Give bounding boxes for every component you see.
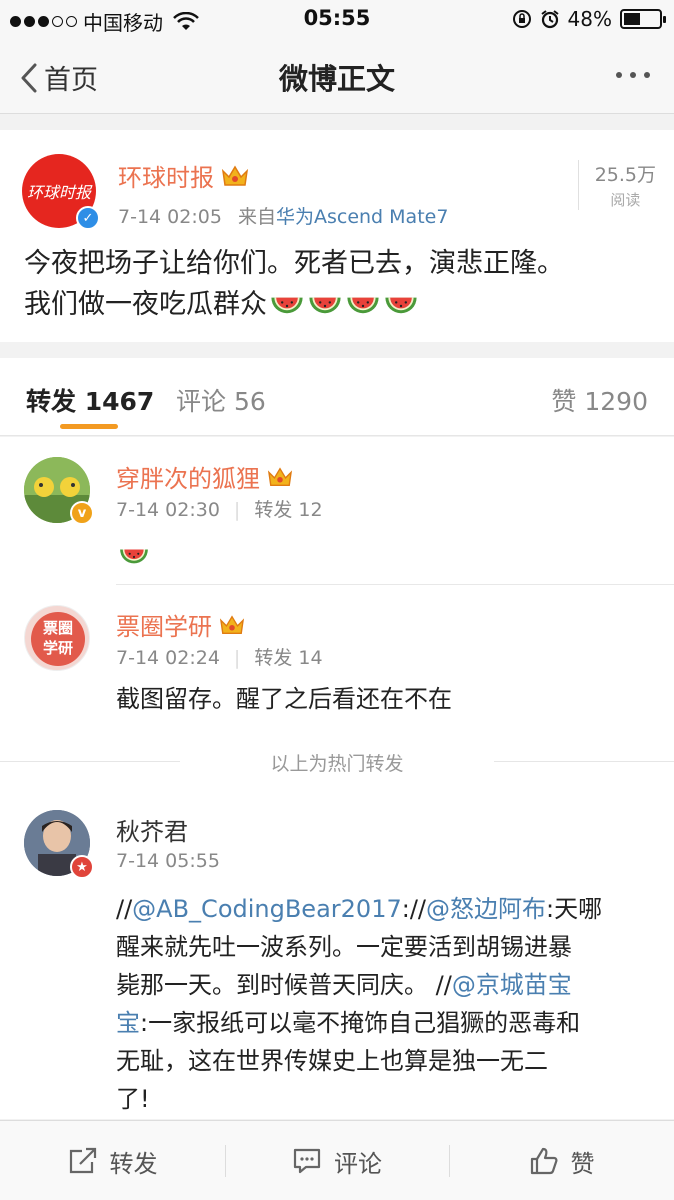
alarm-icon [540, 10, 559, 29]
watermelon-emoji [267, 289, 305, 320]
mention-link[interactable]: @京城苗宝 [452, 971, 572, 999]
battery-icon [620, 9, 666, 29]
item-repost-count: 转发 12 [254, 499, 323, 521]
text-fragment: :天哪 [546, 895, 603, 923]
read-count-label: 阅读 [610, 191, 641, 209]
watermelon-emoji [381, 289, 419, 320]
user-name-text: 穿胖次的狐狸 [116, 465, 260, 493]
text-line: 了! [116, 1085, 150, 1113]
mention-link[interactable]: 宝 [116, 1009, 140, 1037]
item-text [116, 537, 150, 575]
item-repost-count: 转发 14 [254, 647, 323, 669]
item-time: 7-14 02:30 [116, 499, 220, 521]
watermelon-emoji [305, 289, 343, 320]
watermelon-emoji-group [267, 289, 419, 320]
battery-percent: 48% [567, 7, 612, 31]
tab-like[interactable]: 赞 1290 [551, 382, 648, 418]
divider [116, 584, 674, 585]
comment-icon [293, 1148, 321, 1174]
text-fragment: 毙那一天。到时候普天同庆。 // [116, 971, 452, 999]
item-time: 7-14 02:24 [116, 647, 220, 669]
user-badge-icon: ★ [70, 855, 94, 879]
verified-badge-icon: v [70, 501, 94, 525]
like-label: 赞 [570, 1149, 595, 1178]
post-author[interactable]: 环球时报 [118, 158, 250, 193]
more-icon[interactable] [616, 72, 650, 78]
item-meta: 7-14 02:30 | 转发 12 [116, 499, 323, 521]
avatar-logo-text: 票圈学研 [42, 619, 73, 657]
like-button[interactable]: 赞 [449, 1121, 674, 1200]
watermelon-emoji [343, 289, 381, 320]
thumbs-up-icon [530, 1147, 557, 1175]
avatar[interactable]: 票圈学研 [24, 605, 90, 671]
text-line: 无耻，这在世界传媒史上也算是独一无二 [116, 1047, 548, 1075]
text-fragment: :// [401, 895, 426, 923]
active-tab-indicator [60, 424, 118, 429]
read-count-number: 25.5万 [594, 164, 656, 186]
item-time: 7-14 05:55 [116, 850, 220, 872]
item-meta: 7-14 02:24 | 转发 14 [116, 647, 323, 669]
mention-link[interactable]: @怒边阿布 [426, 895, 546, 923]
user-name-text: 票圈学研 [116, 613, 212, 641]
read-count: 25.5万 阅读 [577, 160, 656, 210]
source-prefix: 来自 [237, 206, 276, 228]
status-bar: 中国移动 05:55 48% [0, 0, 674, 38]
hot-reposts-separator: 以上为热门转发 [0, 749, 674, 775]
post-source[interactable]: 华为Ascend Mate7 [276, 206, 448, 228]
post-body-line: 今夜把场子让给你们。死者已去，演悲正隆。 [24, 248, 564, 279]
user-name[interactable]: 票圈学研 [116, 607, 246, 642]
weibo-post: 环球时报 ✓ 环球时报 7-14 02:05 来自华为Ascend Mate7 … [0, 130, 674, 342]
comment-button[interactable]: 评论 [225, 1121, 449, 1200]
rotation-lock-icon [512, 10, 531, 28]
text-fragment: :一家报纸可以毫不掩饰自己猖獗的恶毒和 [140, 1009, 581, 1037]
post-body-line: 我们做一夜吃瓜群众 [24, 284, 654, 325]
post-time: 7-14 02:05 [118, 206, 222, 228]
avatar-logo-text: 环球时报 [26, 183, 91, 202]
crown-icon [219, 614, 245, 634]
user-name[interactable]: 穿胖次的狐狸 [116, 459, 294, 494]
author-name: 环球时报 [118, 164, 214, 192]
verified-badge-icon: ✓ [76, 206, 100, 230]
text-fragment: // [116, 895, 133, 923]
crown-icon [267, 466, 293, 486]
repost-label: 转发 [109, 1149, 158, 1178]
crown-icon [221, 165, 249, 186]
bottom-toolbar: 转发 评论 赞 [0, 1120, 674, 1200]
hot-reposts-label: 以上为热门转发 [270, 753, 404, 775]
item-text: 截图留存。醒了之后看还在不在 [116, 685, 452, 713]
repost-list: v 穿胖次的狐狸 7-14 02:30 | 转发 12 票圈学研 票圈学研 7-… [0, 437, 674, 1119]
tab-repost[interactable]: 转发 1467 [26, 382, 154, 418]
post-tabs: 转发 1467 评论 56 赞 1290 [0, 358, 674, 436]
watermelon-emoji [116, 542, 150, 570]
comment-label: 评论 [334, 1149, 382, 1178]
tab-comment[interactable]: 评论 56 [176, 382, 266, 418]
post-meta: 7-14 02:05 来自华为Ascend Mate7 [118, 202, 448, 229]
post-body-text: 我们做一夜吃瓜群众 [24, 289, 267, 320]
mention-link[interactable]: @AB_CodingBear2017 [132, 895, 402, 923]
nav-bar: 首页 微博正文 [0, 38, 674, 114]
page-title: 微博正文 [278, 62, 395, 96]
post-body: 今夜把场子让给你们。死者已去，演悲正隆。 我们做一夜吃瓜群众 [24, 243, 654, 325]
repost-button[interactable]: 转发 [0, 1121, 225, 1200]
user-name-text: 秋芥君 [116, 818, 188, 846]
share-icon [69, 1147, 96, 1174]
text-line: 醒来就先吐一波系列。一定要活到胡锡进暴 [116, 933, 572, 961]
item-text: //@AB_CodingBear2017://@怒边阿布:天哪 醒来就先吐一波系… [116, 890, 602, 1118]
user-name[interactable]: 秋芥君 [116, 812, 188, 847]
